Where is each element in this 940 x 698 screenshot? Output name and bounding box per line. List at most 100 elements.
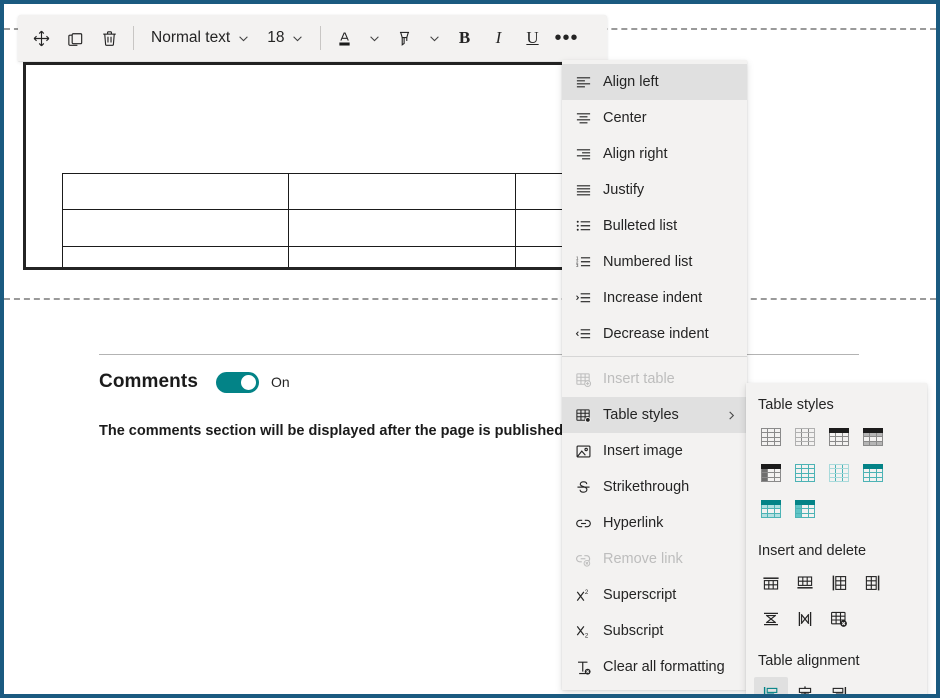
flyout-heading-table-alignment: Table alignment xyxy=(758,653,860,669)
menu-item-insert-table: Insert table xyxy=(562,361,747,397)
delete-table-button[interactable] xyxy=(822,603,856,635)
insert-row-above-button[interactable] xyxy=(754,567,788,599)
svg-text:2: 2 xyxy=(584,633,588,639)
table-style-teal-header-banded[interactable] xyxy=(754,493,788,525)
menu-item-table-styles[interactable]: Table styles xyxy=(562,397,747,433)
table-align-left-button[interactable] xyxy=(754,677,788,694)
more-options-button[interactable]: ••• xyxy=(550,21,584,55)
table-cell[interactable] xyxy=(61,209,290,247)
menu-item-label: Center xyxy=(603,110,647,126)
menu-item-label: Decrease indent xyxy=(603,326,709,342)
table-align-center-button[interactable] xyxy=(788,677,822,694)
trash-icon xyxy=(100,29,119,48)
delete-column-icon xyxy=(795,609,815,629)
menu-item-insert-image[interactable]: Insert image xyxy=(562,433,747,469)
delete-row-icon xyxy=(761,609,781,629)
table-style-teal-plain[interactable] xyxy=(788,457,822,489)
menu-item-hyperlink[interactable]: Hyperlink xyxy=(562,505,747,541)
underline-label: U xyxy=(526,28,539,47)
menu-item-subscript[interactable]: 2 Subscript xyxy=(562,613,747,649)
delete-row-button[interactable] xyxy=(754,603,788,635)
table-cell[interactable] xyxy=(288,172,516,211)
menu-item-label: Justify xyxy=(603,182,645,198)
highlight-button[interactable] xyxy=(388,21,422,55)
text-style-dropdown[interactable]: Normal text xyxy=(141,21,258,55)
menu-item-increase-indent[interactable]: Increase indent xyxy=(562,280,747,316)
highlight-color-control[interactable] xyxy=(388,21,448,55)
insert-column-right-button[interactable] xyxy=(856,567,890,599)
italic-label: I xyxy=(495,28,502,47)
menu-item-label: Remove link xyxy=(603,551,683,567)
underline-button[interactable]: U xyxy=(516,21,550,55)
delete-webpart-button[interactable] xyxy=(92,21,126,55)
insert-image-icon xyxy=(572,440,594,462)
table-style-preview-icon xyxy=(794,463,816,483)
table-style-preview-icon xyxy=(862,463,884,483)
flyout-spacer xyxy=(746,639,927,649)
table-styles-grid xyxy=(746,421,927,529)
menu-item-align-right[interactable]: Align right xyxy=(562,136,747,172)
insert-column-left-button[interactable] xyxy=(822,567,856,599)
more-options-menu: Align left Center Align right Justify Bu… xyxy=(562,60,747,690)
insert-column-left-icon xyxy=(829,573,849,593)
menu-item-bulleted-list[interactable]: Bulleted list xyxy=(562,208,747,244)
duplicate-webpart-button[interactable] xyxy=(58,21,92,55)
table-style-teal-no-vertical[interactable] xyxy=(822,457,856,489)
clear-formatting-icon xyxy=(572,656,594,678)
hyperlink-icon xyxy=(572,512,594,534)
chevron-right-icon xyxy=(726,410,739,421)
table-align-left-icon xyxy=(761,683,781,694)
table-style-gray-header-banded[interactable] xyxy=(856,421,890,453)
table-styles-icon xyxy=(572,404,594,426)
table-style-preview-icon xyxy=(828,427,850,447)
menu-item-strikethrough[interactable]: Strikethrough xyxy=(562,469,747,505)
toolbar-divider xyxy=(133,26,134,50)
menu-item-justify[interactable]: Justify xyxy=(562,172,747,208)
flyout-heading-insert-delete: Insert and delete xyxy=(758,543,867,559)
table-cell[interactable] xyxy=(288,209,516,247)
menu-item-label: Hyperlink xyxy=(603,515,664,531)
italic-button[interactable]: I xyxy=(482,21,516,55)
move-webpart-button[interactable] xyxy=(24,21,58,55)
menu-item-label: Bulleted list xyxy=(603,218,678,234)
move-icon xyxy=(32,29,51,48)
menu-item-center[interactable]: Center xyxy=(562,100,747,136)
delete-column-button[interactable] xyxy=(788,603,822,635)
table-cell[interactable] xyxy=(61,245,290,267)
align-center-icon xyxy=(572,107,594,129)
highlight-icon xyxy=(395,29,414,48)
menu-item-clear-all-formatting[interactable]: Clear all formatting xyxy=(562,649,747,685)
comments-toggle[interactable] xyxy=(215,371,259,393)
table-align-right-button[interactable] xyxy=(822,677,856,694)
chevron-down-icon xyxy=(285,21,311,55)
table-style-gray-header-first-col[interactable] xyxy=(754,457,788,489)
menu-item-numbered-list[interactable]: 1 2 3 Numbered list xyxy=(562,244,747,280)
ellipsis-icon: ••• xyxy=(554,27,579,49)
table-style-preview-icon xyxy=(828,463,850,483)
comments-description: The comments section will be displayed a… xyxy=(99,423,568,439)
menu-item-label: Subscript xyxy=(603,623,664,639)
table-styles-flyout: Table styles Insert and delete Table ali… xyxy=(746,383,927,694)
chevron-down-icon[interactable] xyxy=(362,21,388,55)
table-style-gray-no-vertical[interactable] xyxy=(788,421,822,453)
table-cell[interactable] xyxy=(288,245,516,267)
table-style-gray-header[interactable] xyxy=(822,421,856,453)
bold-button[interactable]: B xyxy=(448,21,482,55)
insert-row-above-icon xyxy=(761,573,781,593)
table-style-teal-header-first-col[interactable] xyxy=(788,493,822,525)
font-size-dropdown[interactable]: 18 xyxy=(258,21,312,55)
font-size-label: 18 xyxy=(267,29,285,46)
menu-item-superscript[interactable]: 2 Superscript xyxy=(562,577,747,613)
insert-row-below-button[interactable] xyxy=(788,567,822,599)
font-color-button[interactable] xyxy=(328,21,362,55)
table-style-teal-header[interactable] xyxy=(856,457,890,489)
menu-item-align-left[interactable]: Align left xyxy=(562,64,747,100)
font-color-control[interactable] xyxy=(328,21,388,55)
table-alignment-grid xyxy=(746,677,927,694)
table-cell[interactable] xyxy=(61,172,290,211)
comments-header: Comments On xyxy=(99,371,290,393)
table-style-plain-gray[interactable] xyxy=(754,421,788,453)
table-align-center-icon xyxy=(795,683,815,694)
menu-item-decrease-indent[interactable]: Decrease indent xyxy=(562,316,747,352)
chevron-down-icon[interactable] xyxy=(422,21,448,55)
